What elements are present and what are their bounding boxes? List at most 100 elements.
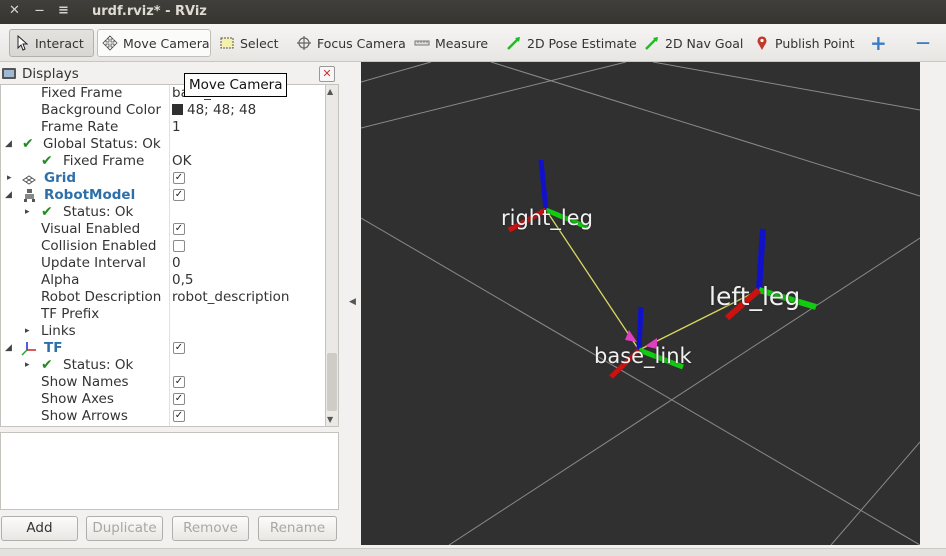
property-name: Show Names	[41, 374, 129, 390]
property-value[interactable]: 1	[172, 119, 181, 136]
frame-label-left-leg: left_leg	[709, 282, 801, 311]
scroll-thumb[interactable]	[327, 353, 337, 411]
tool-2d-nav-goal[interactable]: 2D Nav Goal	[640, 29, 743, 57]
tree-row-robot-description[interactable]: Robot Description robot_description	[1, 289, 325, 306]
close-window-button[interactable]: ✕	[9, 3, 20, 18]
ruler-icon	[414, 35, 430, 51]
rename-display-button[interactable]: Rename	[258, 516, 337, 541]
property-name: Global Status: Ok	[43, 136, 161, 152]
scroll-up-icon[interactable]: ▲	[327, 87, 333, 96]
tree-row-collision-enabled[interactable]: Collision Enabled	[1, 238, 325, 255]
collapse-arrow-icon[interactable]: ▸	[7, 170, 12, 187]
tool-move-camera[interactable]: Move Camera	[97, 29, 211, 57]
tree-row-links[interactable]: ▸ Links	[1, 323, 325, 340]
tree-row-tf-status[interactable]: ▸ ✔ Status: Ok	[1, 357, 325, 374]
tree-row-show-arrows[interactable]: Show Arrows ✓	[1, 408, 325, 425]
render-view[interactable]: right_leg left_leg base_link	[361, 62, 920, 545]
property-value[interactable]: robot_description	[172, 289, 289, 306]
collision-enabled-checkbox[interactable]	[173, 240, 185, 252]
tool-publish-point[interactable]: Publish Point	[750, 29, 855, 57]
tree-row-frame-rate[interactable]: Frame Rate 1	[1, 119, 325, 136]
tree-row-rm-status[interactable]: ▸ ✔ Status: Ok	[1, 204, 325, 221]
tool-2d-pose-estimate-label: 2D Pose Estimate	[527, 35, 637, 51]
toolbar: Interact Move Camera Select Focus Camera…	[0, 24, 946, 62]
property-name: Links	[41, 323, 76, 339]
tool-focus-camera[interactable]: Focus Camera	[292, 29, 406, 57]
tool-interact-label: Interact	[35, 35, 84, 51]
scene-canvas[interactable]	[361, 62, 920, 545]
property-name: TF Prefix	[41, 306, 100, 322]
expand-arrow-icon[interactable]: ◢	[5, 340, 12, 357]
displays-tree: Fixed Frame base_link Background Color 4…	[0, 84, 326, 427]
property-description-box	[0, 432, 339, 510]
property-name: Update Interval	[41, 255, 146, 271]
property-name: Status: Ok	[63, 204, 134, 220]
tf-enabled-checkbox[interactable]: ✓	[173, 342, 185, 354]
show-names-checkbox[interactable]: ✓	[173, 376, 185, 388]
add-display-button[interactable]: Add	[1, 516, 78, 541]
monitor-icon	[2, 68, 16, 79]
expand-arrow-icon[interactable]: ◢	[5, 187, 12, 204]
tree-row-global-status[interactable]: ◢ ✔ Global Status: Ok	[1, 136, 325, 153]
tool-measure[interactable]: Measure	[410, 29, 488, 57]
tree-row-robot-model[interactable]: ◢ RobotModel ✓	[1, 187, 325, 204]
visual-enabled-checkbox[interactable]: ✓	[173, 223, 185, 235]
splitter-left-arrow-icon[interactable]: ◀	[349, 297, 356, 307]
status-ok-icon: ✔	[41, 357, 53, 373]
property-value[interactable]: 0,5	[172, 272, 193, 289]
property-value[interactable]: 0	[172, 255, 181, 272]
title-bar: ✕ — ≡ urdf.rviz* - RViz	[0, 0, 946, 24]
collapse-arrow-icon[interactable]: ▸	[25, 204, 30, 221]
expand-arrow-icon[interactable]: ◢	[5, 136, 12, 153]
color-swatch	[172, 104, 183, 115]
collapse-arrow-icon[interactable]: ▸	[25, 357, 30, 374]
tree-row-show-names[interactable]: Show Names ✓	[1, 374, 325, 391]
add-tool-button[interactable]: +	[866, 29, 887, 57]
tree-row-grid[interactable]: ▸ Grid ✓	[1, 170, 325, 187]
window-menu-button[interactable]: ≡	[58, 3, 69, 18]
tool-interact[interactable]: Interact	[9, 29, 94, 57]
close-panel-button[interactable]: ✕	[319, 66, 335, 82]
tf-link-lines	[545, 209, 760, 351]
property-value[interactable]: 48; 48; 48	[172, 102, 256, 119]
tree-row-update-interval[interactable]: Update Interval 0	[1, 255, 325, 272]
minimize-window-button[interactable]: —	[35, 6, 44, 16]
tree-row-tf[interactable]: ◢ TF ✓	[1, 340, 325, 357]
robot-model-enabled-checkbox[interactable]: ✓	[173, 189, 185, 201]
move-camera-icon	[102, 35, 118, 51]
remove-display-button[interactable]: Remove	[172, 516, 249, 541]
remove-tool-button[interactable]: —	[912, 29, 932, 57]
crosshair-icon	[296, 35, 312, 51]
tree-scrollbar[interactable]: ▲ ▼	[326, 84, 339, 427]
green-arrow-icon	[506, 35, 522, 51]
property-name: Frame Rate	[41, 119, 119, 135]
color-value: 48; 48; 48	[187, 102, 257, 118]
property-name: Collision Enabled	[41, 238, 157, 254]
scroll-down-icon[interactable]: ▼	[327, 415, 333, 424]
tool-select-label: Select	[240, 35, 279, 51]
tree-row-alpha[interactable]: Alpha 0,5	[1, 272, 325, 289]
tree-row-show-axes[interactable]: Show Axes ✓	[1, 391, 325, 408]
tool-select[interactable]: Select	[215, 29, 279, 57]
status-ok-icon: ✔	[41, 153, 53, 169]
display-name: TF	[44, 340, 63, 356]
tree-row-visual-enabled[interactable]: Visual Enabled ✓	[1, 221, 325, 238]
show-axes-checkbox[interactable]: ✓	[173, 393, 185, 405]
select-icon	[219, 35, 235, 51]
move-camera-tooltip: Move Camera	[184, 73, 288, 97]
status-bar	[0, 548, 946, 556]
tree-row-background-color[interactable]: Background Color 48; 48; 48	[1, 102, 325, 119]
grid-enabled-checkbox[interactable]: ✓	[173, 172, 185, 184]
show-arrows-checkbox[interactable]: ✓	[173, 410, 185, 422]
tree-row-tf-prefix[interactable]: TF Prefix	[1, 306, 325, 323]
duplicate-display-button[interactable]: Duplicate	[86, 516, 163, 541]
property-name: Background Color	[41, 102, 162, 118]
collapse-arrow-icon[interactable]: ▸	[25, 323, 30, 340]
displays-title: Displays	[22, 66, 79, 82]
tool-2d-pose-estimate[interactable]: 2D Pose Estimate	[502, 29, 637, 57]
tool-focus-camera-label: Focus Camera	[317, 35, 406, 51]
tool-2d-nav-goal-label: 2D Nav Goal	[665, 35, 744, 51]
tree-row-gs-fixed-frame[interactable]: ✔ Fixed Frame OK	[1, 153, 325, 170]
frame-label-right-leg: right_leg	[501, 206, 593, 230]
property-value: OK	[172, 153, 192, 169]
